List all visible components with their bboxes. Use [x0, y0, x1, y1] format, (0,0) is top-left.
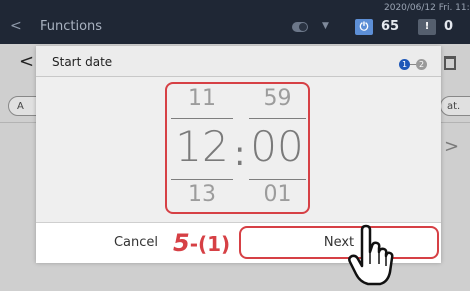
- step-indicator-1: 1: [399, 59, 410, 70]
- trash-icon: [444, 56, 456, 70]
- step-annotation: 5-(1): [173, 229, 230, 257]
- toggle-icon: [292, 22, 308, 32]
- hour-current[interactable]: 12: [167, 122, 237, 171]
- power-count: 65: [381, 19, 400, 34]
- hand-pointer-icon: [348, 224, 394, 286]
- hour-prev[interactable]: 11: [171, 86, 233, 111]
- minute-line-top: [249, 118, 306, 119]
- alert-icon: !: [418, 19, 436, 35]
- minute-current[interactable]: 00: [244, 122, 310, 171]
- dialog-title: Start date: [52, 55, 113, 69]
- alert-count: 0: [444, 19, 454, 34]
- minute-line-bottom: [249, 179, 306, 180]
- dialog-header: < Start date 1 2: [19, 46, 441, 77]
- minute-prev[interactable]: 59: [249, 86, 306, 111]
- step-indicator-2: 2: [416, 59, 427, 70]
- annotation-step-number: 5: [173, 229, 190, 257]
- hour-line-top: [171, 118, 233, 119]
- screen-title: Functions: [40, 19, 103, 34]
- date-time: 2020/06/12 Fri. 11:03: [384, 3, 470, 13]
- next-button[interactable]: Next: [239, 226, 439, 259]
- hour-next[interactable]: 13: [171, 182, 233, 207]
- dropdown-arrow-icon: ▼: [322, 21, 329, 31]
- hour-line-bottom: [171, 179, 233, 180]
- chevron-right-icon: >: [444, 136, 460, 157]
- dialog-back-icon[interactable]: <: [19, 51, 34, 72]
- minute-next[interactable]: 01: [249, 182, 306, 207]
- power-icon: ⏻: [355, 19, 373, 35]
- status-bar: < Functions ▼ 2020/06/12 Fri. 11:03 ⏻ 65…: [0, 0, 470, 44]
- back-icon[interactable]: <: [10, 18, 22, 34]
- background-chip-right: at.: [440, 96, 470, 116]
- annotation-step-suffix: -(1): [189, 232, 231, 256]
